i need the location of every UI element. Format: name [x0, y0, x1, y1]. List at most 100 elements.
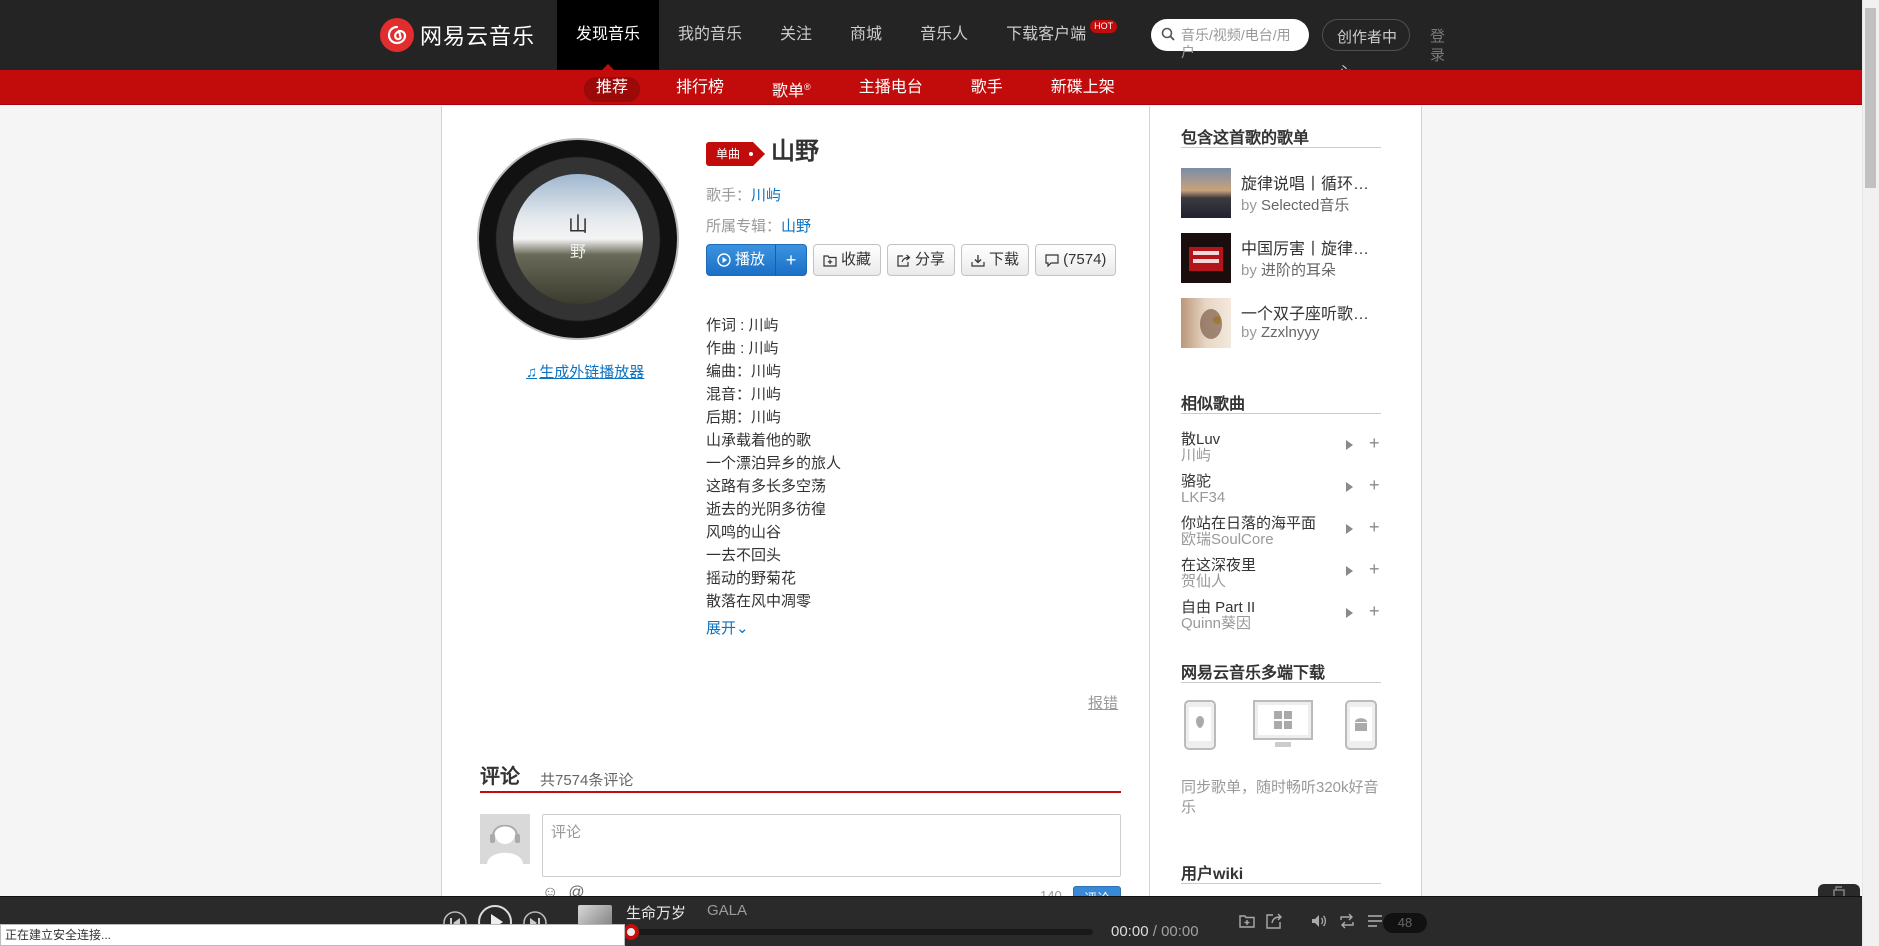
embed-label: 生成外链播放器 — [539, 364, 645, 381]
playlist-creator: by 进阶的耳朵 — [1241, 259, 1336, 280]
comment-count-label: (7574) — [1063, 251, 1107, 268]
comment-count-button[interactable]: (7574) — [1035, 244, 1117, 276]
user-wiki-title: 用户wiki — [1181, 866, 1244, 883]
lyric-line: 后期：川屿 — [706, 409, 782, 426]
similar-song-item: 你站在日落的海平面 欧瑞SoulCore + — [1181, 515, 1381, 555]
subnav-label: 推荐 — [596, 79, 629, 96]
play-triangle-icon[interactable] — [1346, 524, 1353, 534]
action-buttons: 播放 + 收藏 分享 下载 (7574) — [706, 244, 1122, 276]
share-icon — [897, 254, 911, 267]
windows-pc-icon[interactable] — [1253, 700, 1313, 753]
subnav-label: 新碟上架 — [1050, 79, 1115, 96]
playlist-name: 旋律说唱丨循环不停的嗨 — [1241, 176, 1381, 193]
similar-song-item: 骆驼 LKF34 + — [1181, 473, 1381, 513]
similar-song-artist[interactable]: LKF34 — [1181, 489, 1225, 507]
by-label: by — [1241, 197, 1257, 214]
play-triangle-icon[interactable] — [1346, 440, 1353, 450]
search-input[interactable]: 音乐/视频/电台/用户 — [1151, 19, 1309, 60]
similar-song-artist[interactable]: 贺仙人 — [1181, 573, 1226, 591]
loop-mode-icon[interactable] — [1338, 912, 1356, 933]
play-button[interactable]: 播放 — [707, 245, 777, 275]
login-link[interactable]: 登录 — [1430, 27, 1448, 65]
similar-song-artist[interactable]: 欧瑞SoulCore — [1181, 531, 1274, 549]
default-avatar-icon — [487, 824, 523, 864]
user-avatar — [480, 814, 530, 864]
music-note-icon: ♫ — [526, 364, 538, 381]
report-error-link[interactable]: 报错 — [1088, 692, 1118, 713]
play-triangle-icon[interactable] — [1346, 566, 1353, 576]
iphone-icon[interactable] — [1183, 700, 1217, 753]
nav-discover-music[interactable]: 发现音乐 — [557, 0, 660, 70]
subnav-artists[interactable]: 歌手 — [947, 70, 1027, 109]
registered-mark: ® — [804, 82, 811, 92]
search-icon — [1161, 27, 1175, 44]
add-icon[interactable]: + — [1369, 601, 1380, 622]
add-icon[interactable]: + — [1369, 517, 1380, 538]
lyric-line: 这路有多长多空荡 — [706, 478, 827, 495]
section-divider — [1181, 682, 1381, 683]
lyric-line: 风鸣的山谷 — [706, 524, 782, 541]
logo[interactable]: 网易云音乐 — [380, 18, 535, 52]
duration: 00:00 — [1161, 923, 1199, 940]
progress-handle[interactable] — [622, 924, 639, 940]
creator-center-button[interactable]: 创作者中心 — [1322, 19, 1410, 81]
album-label: 所属专辑： — [706, 218, 782, 235]
comment-input[interactable]: 评论 — [542, 814, 1121, 877]
nav-my-music[interactable]: 我的音乐 — [659, 0, 761, 70]
now-playing-artist[interactable]: GALA — [707, 902, 747, 919]
embed-player-link[interactable]: ♫ 生成外链播放器 — [526, 361, 644, 382]
collect-icon[interactable] — [1238, 912, 1256, 933]
comment-icon — [1045, 253, 1059, 267]
nav-follow[interactable]: 关注 — [761, 0, 831, 70]
subnav-radio[interactable]: 主播电台 — [835, 70, 947, 109]
lyric-line: 摇动的野菊花 — [706, 570, 797, 587]
add-to-playlist-button[interactable]: + — [776, 245, 806, 275]
expand-lyrics-button[interactable]: 展开⌄ — [706, 617, 749, 638]
playlist-thumbnail — [1181, 233, 1231, 283]
scrollbar-thumb[interactable] — [1865, 8, 1876, 188]
subnav-new-albums[interactable]: 新碟上架 — [1027, 70, 1139, 109]
similar-song-artist[interactable]: Quinn葵因 — [1181, 615, 1251, 633]
playlist-name: 一个双子座听歌的日常 — [1241, 306, 1381, 323]
share-icon[interactable] — [1265, 912, 1283, 933]
similar-song-artist[interactable]: 川屿 — [1181, 447, 1211, 465]
single-tag: 单曲 — [706, 142, 766, 166]
volume-icon[interactable] — [1310, 912, 1328, 933]
playlist-count[interactable]: 48 — [1383, 913, 1427, 933]
add-icon[interactable]: + — [1369, 475, 1380, 496]
lyric-line: 一个漂泊异乡的旅人 — [706, 455, 842, 472]
nav-musician[interactable]: 音乐人 — [901, 0, 987, 70]
similar-song-item: 在这深夜里 贺仙人 + — [1181, 557, 1381, 597]
share-label: 分享 — [915, 251, 946, 268]
playlist-icon[interactable] — [1366, 912, 1384, 933]
play-triangle-icon[interactable] — [1346, 482, 1353, 492]
download-button[interactable]: 下载 — [961, 244, 1030, 276]
now-playing-title[interactable]: 生命万岁 — [626, 902, 686, 923]
similar-song-item: 散Luv 川屿 + — [1181, 431, 1381, 471]
singer-link[interactable]: 川屿 — [751, 187, 781, 204]
subnav-charts[interactable]: 排行榜 — [652, 70, 748, 109]
share-button[interactable]: 分享 — [887, 244, 956, 276]
subnav-label: 主播电台 — [858, 79, 923, 96]
subnav-playlists[interactable]: 歌单® — [748, 70, 835, 109]
lyric-line: 逝去的光阴多彷徨 — [706, 501, 827, 518]
playlist-thumbnail — [1181, 168, 1231, 218]
add-icon[interactable]: + — [1369, 559, 1380, 580]
nav-download-client[interactable]: 下载客户端 HOT — [987, 0, 1118, 70]
comments-count: 共7574条评论 — [540, 772, 634, 789]
nav-mall[interactable]: 商城 — [831, 0, 901, 70]
album-link[interactable]: 山野 — [781, 218, 811, 235]
android-icon[interactable] — [1344, 700, 1378, 753]
play-triangle-icon[interactable] — [1346, 608, 1353, 618]
download-description: 同步歌单，随时畅听320k好音乐 — [1181, 779, 1379, 816]
collect-button[interactable]: 收藏 — [813, 244, 882, 276]
progress-bar[interactable] — [622, 924, 1093, 940]
cover-text-line2: 野 — [569, 242, 586, 261]
play-icon — [717, 253, 731, 267]
add-icon[interactable]: + — [1369, 433, 1380, 454]
subnav-label: 歌单 — [772, 83, 805, 101]
hot-badge: HOT — [1090, 20, 1118, 33]
playlists-section-title: 包含这首歌的歌单 — [1181, 130, 1310, 147]
lyric-line: 作曲 : 川屿 — [706, 340, 779, 357]
subnav-recommend[interactable]: 推荐 — [572, 70, 652, 109]
